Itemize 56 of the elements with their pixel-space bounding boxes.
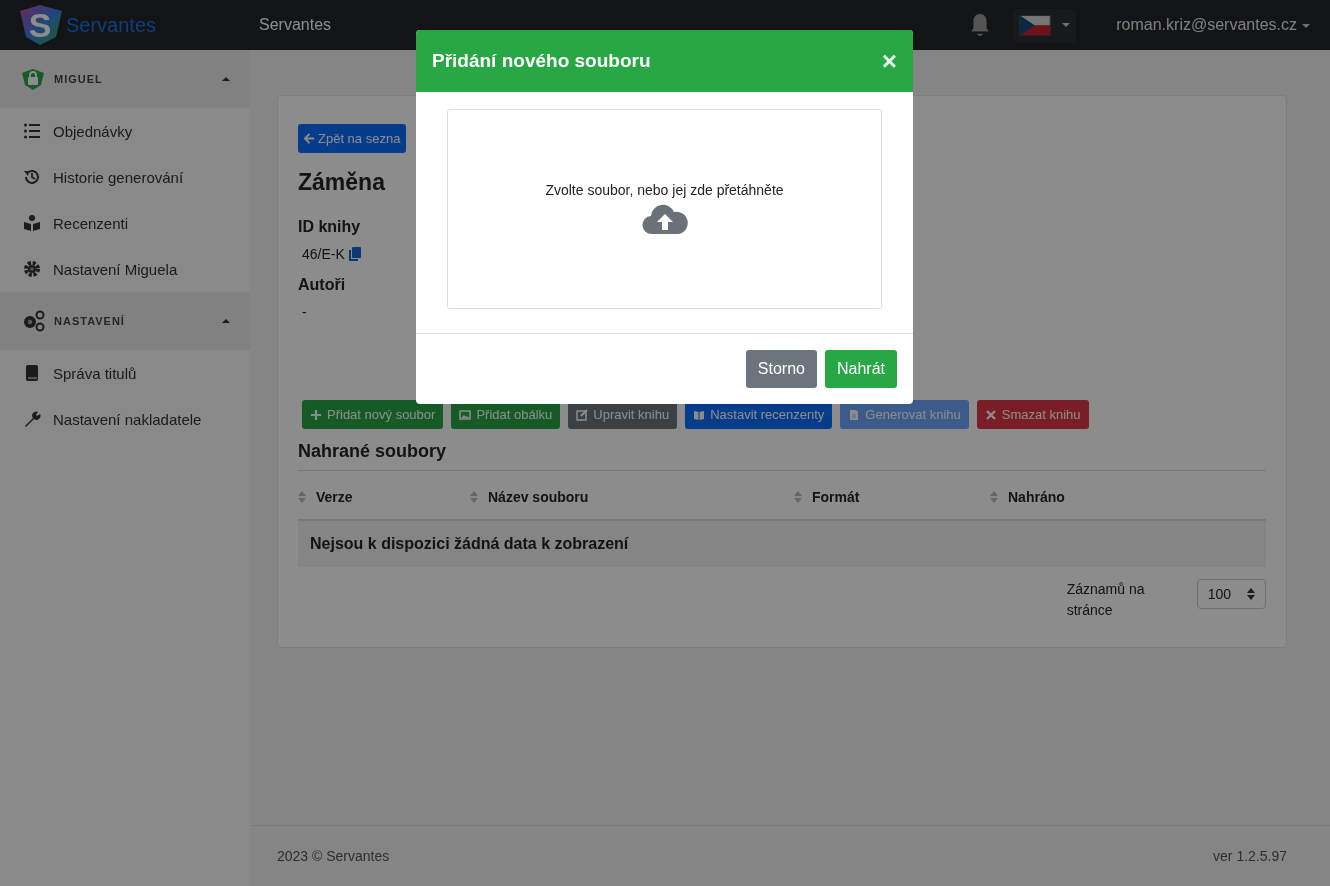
field-label: Autoři (298, 276, 346, 294)
close-button[interactable]: × (881, 48, 897, 74)
sidebar-item[interactable]: Recenzenti (0, 200, 250, 246)
wrench-icon (23, 410, 41, 428)
field-value: 46/E-K (302, 246, 345, 262)
sidebar-section-header[interactable]: NASTAVENÍ (0, 292, 250, 350)
sort-icon (794, 491, 802, 503)
sidebar-item[interactable]: Nastavení nakladatele (0, 396, 250, 442)
sort-icon (298, 491, 306, 503)
page-title: Záměna (298, 169, 385, 196)
column-header[interactable]: Nahráno (990, 489, 1266, 505)
version-text: ver 1.2.5.97 (1213, 848, 1287, 864)
list-icon (23, 122, 41, 140)
close-icon (984, 408, 997, 421)
edit-icon (576, 408, 589, 421)
arrow-left-icon (304, 133, 315, 144)
sidebar-item[interactable]: Historie generování (0, 154, 250, 200)
gear-icon (23, 260, 41, 278)
field-label: ID knihy (298, 218, 361, 236)
lock-icon (20, 67, 46, 91)
column-header[interactable]: Název souboru (470, 489, 794, 505)
bell-icon[interactable] (969, 13, 992, 37)
section-heading: Nahrané soubory (298, 441, 1266, 471)
sidebar-section-header[interactable]: MIGUEL (0, 50, 250, 108)
page-size-label: Záznamů na stránce (1066, 580, 1146, 620)
plus-icon (310, 408, 322, 421)
sort-icon (990, 491, 998, 503)
cancel-button[interactable]: Storno (745, 350, 817, 388)
cloud-upload-icon (641, 204, 688, 236)
language-dropdown[interactable] (1013, 8, 1077, 42)
empty-message: Nejsou k dispozici žádná data k zobrazení (298, 521, 1266, 567)
drop-zone[interactable]: Zvolte soubor, nebo jej zde přetáhněte (447, 109, 882, 309)
book-icon (693, 408, 706, 421)
app-title: Servantes (259, 16, 332, 34)
upload-button[interactable]: Nahrát (824, 350, 897, 388)
copyright-text: 2023 © Servantes (277, 848, 390, 864)
field-value: - (302, 304, 307, 320)
sidebar-item[interactable]: Správa titulů (0, 350, 250, 396)
column-header[interactable]: Formát (794, 489, 990, 505)
sort-icon (470, 491, 478, 503)
sort-arrows-icon (1247, 588, 1255, 600)
reader-icon (23, 214, 41, 232)
copy-icon[interactable] (348, 247, 361, 261)
history-icon (23, 168, 41, 186)
dialog-title: Přidání nového souboru (432, 50, 651, 72)
czech-flag-icon (1019, 14, 1052, 36)
image-icon (459, 408, 472, 421)
page-size-select[interactable]: 100 (1196, 579, 1266, 609)
book-icon (23, 364, 41, 382)
column-header[interactable]: Verze (298, 489, 470, 505)
action-button[interactable]: Smazat knihu (976, 400, 1089, 429)
back-button[interactable]: Zpět na sezna (298, 124, 407, 153)
sidebar-item[interactable]: Nastavení Miguela (0, 246, 250, 292)
action-button[interactable]: Přidat nový soubor (302, 400, 444, 429)
user-menu[interactable]: roman.kriz@servantes.cz (1116, 16, 1310, 34)
sidebar-item[interactable]: Objednávky (0, 108, 250, 154)
